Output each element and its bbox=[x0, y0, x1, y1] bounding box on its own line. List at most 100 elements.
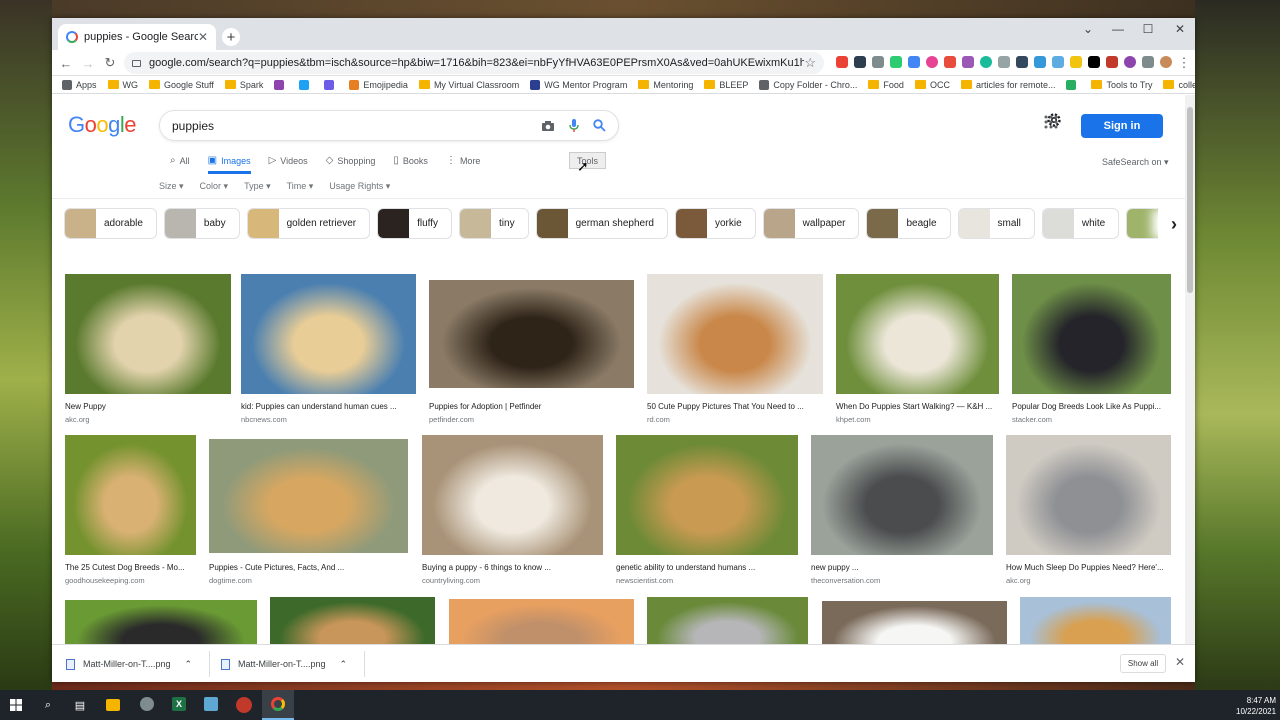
close-downloads-icon[interactable]: ✕ bbox=[1175, 655, 1185, 669]
tab-images[interactable]: ▣ Images bbox=[207, 155, 251, 174]
bookmark-item[interactable]: Google Stuff bbox=[149, 80, 214, 90]
gmail-extension-icon[interactable] bbox=[836, 56, 848, 68]
search-box[interactable]: puppies bbox=[159, 110, 619, 141]
bookmark-item[interactable] bbox=[274, 79, 288, 90]
result-caption[interactable]: How Much Sleep Do Puppies Need? Here'... bbox=[1006, 563, 1171, 572]
image-result[interactable]: Puppies for Adoption | Petfinder petfinde… bbox=[429, 280, 634, 424]
tab-shopping[interactable]: ◇ Shopping bbox=[326, 155, 376, 174]
scrollbar[interactable] bbox=[1185, 95, 1195, 644]
tab-search-icon[interactable]: ⌄ bbox=[1073, 18, 1103, 40]
image-result[interactable]: kid: Puppies can understand human cues .… bbox=[241, 274, 416, 424]
google-logo[interactable]: Google bbox=[68, 112, 137, 138]
maximize-button[interactable]: ☐ bbox=[1133, 18, 1163, 40]
puppy-thumbnail[interactable] bbox=[449, 599, 634, 644]
result-caption[interactable]: Puppies for Adoption | Petfinder bbox=[429, 402, 634, 411]
image-result[interactable]: Puppies - Cute Pictures, Facts, And ... d… bbox=[209, 439, 408, 585]
close-tab-icon[interactable]: ✕ bbox=[198, 30, 208, 44]
image-result[interactable]: 50 Cute Puppy Pictures That You Need to … bbox=[647, 274, 823, 424]
profile-avatar-icon[interactable] bbox=[1160, 56, 1172, 68]
menu-kebab-icon[interactable]: ⋮ bbox=[1176, 55, 1192, 71]
puppy-thumbnail[interactable] bbox=[270, 597, 435, 644]
search-icon[interactable] bbox=[593, 119, 606, 132]
bookmark-item[interactable]: Mentoring bbox=[638, 80, 693, 90]
bookmark-item[interactable]: Tools to Try bbox=[1091, 80, 1152, 90]
image-result[interactable] bbox=[449, 599, 634, 644]
result-caption[interactable]: Popular Dog Breeds Look Like As Puppi... bbox=[1012, 402, 1171, 411]
puppy-thumbnail[interactable] bbox=[1006, 435, 1171, 555]
filter-dropdown[interactable]: Color ▾ bbox=[200, 181, 229, 192]
related-search-chip[interactable]: tiny bbox=[459, 208, 529, 239]
bookmark-item[interactable] bbox=[299, 79, 313, 90]
image-result[interactable]: How Much Sleep Do Puppies Need? Here'...… bbox=[1006, 435, 1171, 585]
bookmark-item[interactable]: Food bbox=[868, 80, 904, 90]
app-icon[interactable] bbox=[204, 697, 218, 711]
bookmark-item[interactable]: Copy Folder - Chro... bbox=[759, 79, 857, 90]
puppy-thumbnail[interactable] bbox=[422, 435, 603, 555]
filter-dropdown[interactable]: Time ▾ bbox=[287, 181, 314, 192]
tab-all[interactable]: ⌕ All bbox=[170, 155, 190, 174]
puzzle-extensions-icon[interactable] bbox=[1142, 56, 1154, 68]
bookmark-item[interactable]: Spark bbox=[224, 80, 263, 90]
extension-icon[interactable] bbox=[1106, 56, 1118, 68]
extension-icon[interactable] bbox=[890, 56, 902, 68]
extension-icon[interactable] bbox=[944, 56, 956, 68]
extension-icon[interactable] bbox=[1070, 56, 1082, 68]
related-search-chip[interactable]: beagle bbox=[866, 208, 951, 239]
camera-icon[interactable] bbox=[541, 120, 555, 132]
extension-icon[interactable] bbox=[926, 56, 938, 68]
app-icon[interactable] bbox=[140, 697, 154, 711]
windows-start-icon[interactable] bbox=[8, 697, 24, 713]
extension-icon[interactable] bbox=[872, 56, 884, 68]
filter-dropdown[interactable]: Size ▾ bbox=[159, 181, 184, 192]
download-item[interactable]: Matt-Miller-on-T....png ⌃ bbox=[221, 645, 347, 682]
sign-in-button[interactable]: Sign in bbox=[1081, 114, 1163, 138]
forward-icon[interactable]: → bbox=[80, 55, 96, 71]
image-result[interactable]: Popular Dog Breeds Look Like As Puppi...… bbox=[1012, 274, 1171, 424]
related-search-chip[interactable]: wallpaper bbox=[762, 208, 860, 239]
result-caption[interactable]: The 25 Cutest Dog Breeds - Mo... bbox=[65, 563, 196, 572]
browser-tab[interactable]: puppies - Google Search ✕ bbox=[58, 24, 216, 50]
image-result[interactable] bbox=[822, 601, 1007, 644]
puppy-thumbnail[interactable] bbox=[647, 597, 808, 644]
bookmark-item[interactable] bbox=[1066, 79, 1080, 90]
tab-more[interactable]: ⋮ More bbox=[446, 155, 481, 174]
result-caption[interactable]: Puppies - Cute Pictures, Facts, And ... bbox=[209, 563, 408, 572]
result-caption[interactable]: When Do Puppies Start Walking? — K&H ... bbox=[836, 402, 999, 411]
chevron-right-icon[interactable]: › bbox=[1160, 209, 1188, 239]
puppy-thumbnail[interactable] bbox=[647, 274, 823, 394]
puppy-thumbnail[interactable] bbox=[811, 435, 993, 555]
bookmark-item[interactable]: OCC bbox=[914, 80, 950, 90]
result-caption[interactable]: Buying a puppy - 6 things to know ... bbox=[422, 563, 603, 572]
related-search-chip[interactable]: small bbox=[957, 208, 1035, 239]
extension-icon[interactable] bbox=[980, 56, 992, 68]
bookmark-star-icon[interactable]: ☆ bbox=[804, 55, 816, 71]
bookmark-item[interactable]: Emojipedia bbox=[349, 79, 408, 90]
task-view-icon[interactable]: ▤ bbox=[72, 697, 88, 713]
app-icon[interactable] bbox=[236, 697, 252, 713]
bookmark-item[interactable] bbox=[324, 79, 338, 90]
system-clock[interactable]: 8:47 AM 10/22/2021 bbox=[1236, 695, 1276, 717]
related-search-chip[interactable]: golden retriever bbox=[246, 208, 371, 239]
image-result[interactable] bbox=[1020, 597, 1171, 644]
bookmark-item[interactable]: articles for remote... bbox=[960, 80, 1055, 90]
chevron-up-icon[interactable]: ⌃ bbox=[185, 659, 193, 670]
tab-videos[interactable]: ▷ Videos bbox=[269, 155, 308, 174]
related-search-chip[interactable]: baby bbox=[163, 208, 240, 239]
puppy-thumbnail[interactable] bbox=[241, 274, 416, 394]
bookmark-item[interactable]: Apps bbox=[62, 79, 97, 90]
image-result[interactable]: genetic ability to understand humans ...… bbox=[616, 435, 798, 585]
chrome-taskbar-icon[interactable] bbox=[262, 690, 294, 720]
bookmark-item[interactable]: college$ bbox=[1163, 80, 1195, 90]
image-result[interactable]: When Do Puppies Start Walking? — K&H ...… bbox=[836, 274, 999, 424]
scrollbar-thumb[interactable] bbox=[1187, 107, 1193, 293]
puppy-thumbnail[interactable] bbox=[1020, 597, 1171, 644]
file-explorer-icon[interactable] bbox=[106, 699, 120, 711]
puppy-thumbnail[interactable] bbox=[822, 601, 1007, 644]
bookmark-item[interactable]: WG bbox=[107, 80, 138, 90]
search-input[interactable]: puppies bbox=[172, 119, 527, 133]
result-caption[interactable]: 50 Cute Puppy Pictures That You Need to … bbox=[647, 402, 823, 411]
download-item[interactable]: Matt-Miller-on-T....png ⌃ bbox=[66, 645, 192, 682]
extension-icon[interactable] bbox=[854, 56, 866, 68]
minimize-button[interactable]: — bbox=[1103, 18, 1133, 40]
chevron-up-icon[interactable]: ⌃ bbox=[340, 659, 348, 670]
